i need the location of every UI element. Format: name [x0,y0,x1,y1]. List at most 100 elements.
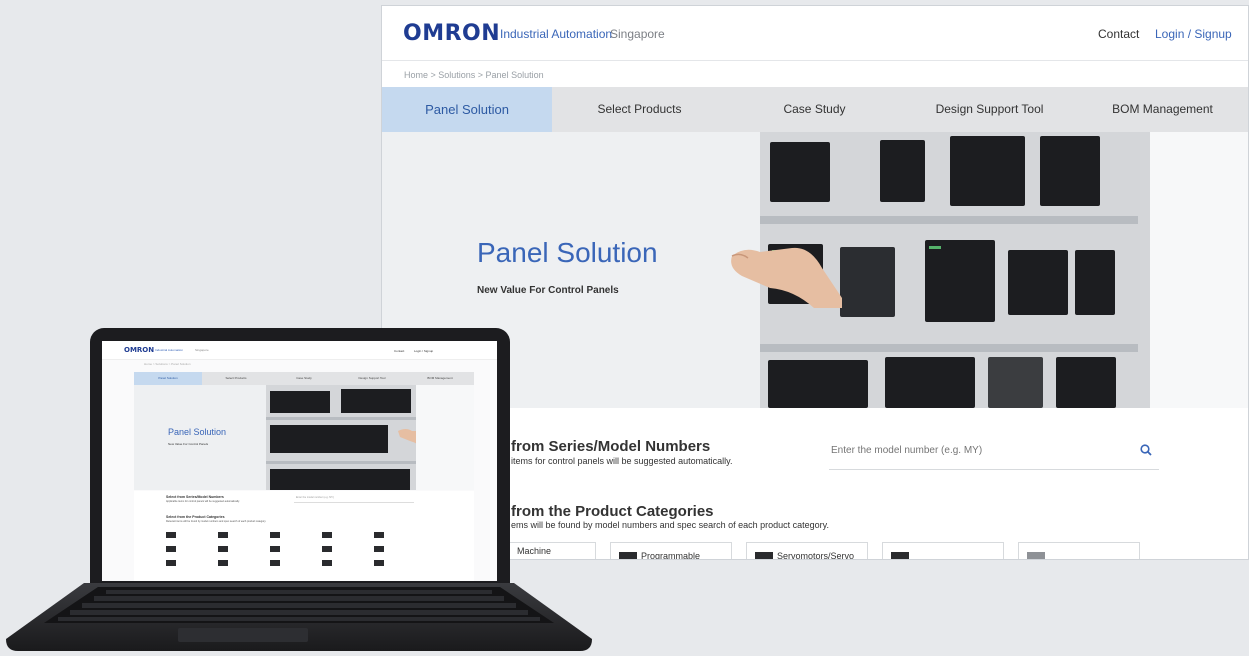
site-header: OMRON Industrial Automation Singapore Co… [382,6,1248,61]
mini-region-label: Singapore [195,348,209,352]
website-screenshot: OMRON Industrial Automation Singapore Co… [381,5,1249,560]
plc-module [1040,136,1100,206]
mini-product-icon [218,560,228,566]
mini-product-icon [270,546,280,552]
io-module [1008,250,1068,315]
mini-tab-bom-management: BOM Management [427,376,453,380]
main-nav: Panel Solution Select Products Case Stud… [382,87,1248,132]
mini-hero-title: Panel Solution [168,427,227,437]
product-search-section: from Series/Model Numbers items for cont… [382,408,1248,559]
tab-select-products[interactable]: Select Products [552,87,727,132]
mini-omron-logo: OMRON [124,346,155,354]
mini-category-card [218,559,266,567]
hero-banner: Panel Solution New Value For Control Pan… [382,132,1248,408]
hero-subtitle: New Value For Control Panels [477,285,619,296]
mini-category-card [270,545,318,553]
mini-site-header: OMRON Industrial Automation Singapore Co… [102,341,497,360]
mini-product-icon [218,546,228,552]
mini-category-card [166,559,214,567]
series-search-title: from Series/Model Numbers [511,438,711,455]
mini-series-desc: Applicable items for control panels will… [166,500,240,503]
model-search-box [829,431,1159,470]
mini-category-card [218,545,266,553]
mini-category-card [374,559,422,567]
mini-categories-desc: Relevant items will be found by model nu… [166,520,267,523]
mini-category-card [218,531,266,539]
mini-category-card [270,559,318,567]
relay-module [770,142,830,202]
category-card[interactable] [1018,542,1140,559]
region-label[interactable]: Singapore [610,27,665,41]
laptop-screen: OMRON Industrial Automation Singapore Co… [102,341,497,581]
product-icon [891,552,909,559]
mini-product-icon [322,532,332,538]
selector-switch-row [988,357,1043,408]
mini-product-icon [322,546,332,552]
mini-breadcrumb: Home > Solutions > Panel Solution [144,362,484,368]
mini-model-search: Enter the model number (e.g. MY) [294,496,414,503]
mini-hero: Panel Solution New Value For Control Pan… [134,385,474,490]
mini-categories-title: Select from the Product Categories [166,515,225,519]
mini-category-card [374,531,422,539]
category-card-programmable[interactable]: Programmable [610,542,732,560]
mini-tab-panel-solution: Panel Solution [134,372,202,385]
relay-row [768,360,868,408]
contact-link[interactable]: Contact [1098,27,1139,41]
mini-category-card [322,531,370,539]
mini-login-link: Login / Signup [414,349,434,353]
category-card-label: Programmable [641,551,701,560]
breadcrumb: Home > Solutions > Panel Solution [382,61,1248,88]
mini-product-icon [270,532,280,538]
mini-product-icon [166,560,176,566]
terminal-row [1056,357,1116,408]
mini-breadcrumb-text: Home > Solutions > Panel Solution [144,362,191,366]
mini-logo-subtitle: Industrial Automation [155,348,184,352]
tab-design-support-tool[interactable]: Design Support Tool [902,87,1077,132]
mini-product-icon [166,532,176,538]
category-card-servomotors[interactable]: Servomotors/Servo [746,542,868,559]
mini-product-icon [374,560,384,566]
product-icon [1027,552,1045,559]
hand-image [731,247,842,308]
breadcrumb-trail[interactable]: Home > Solutions > Panel Solution [404,70,544,80]
mini-product-icon [166,546,176,552]
mini-series-title: Select from Series/Model Numbers [166,495,224,499]
model-number-input[interactable] [829,439,1123,461]
plc-module [950,136,1025,206]
mini-category-card [166,545,214,553]
hero-title: Panel Solution [477,237,658,268]
mini-search-section: Select from Series/Model Numbers Applica… [134,491,474,581]
mini-product-icon [322,560,332,566]
mini-product-icon [374,546,384,552]
mini-contact-link: Contact [394,349,405,353]
din-rail [760,216,1138,224]
din-rail [760,344,1138,352]
tab-panel-solution[interactable]: Panel Solution [382,87,552,132]
mini-model-search-placeholder: Enter the model number (e.g. MY) [296,496,334,499]
logo-subtitle: Industrial Automation [500,27,613,41]
laptop-keyboard-base [6,583,592,651]
categories-desc: ems will be found by model numbers and s… [511,520,830,530]
omron-logo[interactable]: OMRON [403,21,500,46]
tab-case-study[interactable]: Case Study [727,87,902,132]
mini-product-icon [374,532,384,538]
timer-row [885,357,975,408]
search-icon[interactable] [1140,444,1152,456]
power-supply-module [840,247,895,317]
io-module [1075,250,1115,315]
mini-category-card [374,545,422,553]
mini-category-card [270,531,318,539]
plc-icon [619,552,637,559]
mini-nav: Panel Solution Select Products Case Stud… [134,372,474,385]
category-card[interactable] [882,542,1004,559]
power-supply-module [880,140,925,202]
categories-title: from the Product Categories [511,503,714,520]
mini-tab-design-support-tool: Design Support Tool [358,376,386,380]
mini-control-panel-photo [266,385,416,490]
servo-icon [755,552,773,559]
mini-hero-right-panel [416,385,474,490]
login-signup-link[interactable]: Login / Signup [1155,27,1232,41]
tab-bom-management[interactable]: BOM Management [1077,87,1248,132]
mini-tab-select-products: Select Products [225,376,247,380]
mini-product-icon [218,532,228,538]
